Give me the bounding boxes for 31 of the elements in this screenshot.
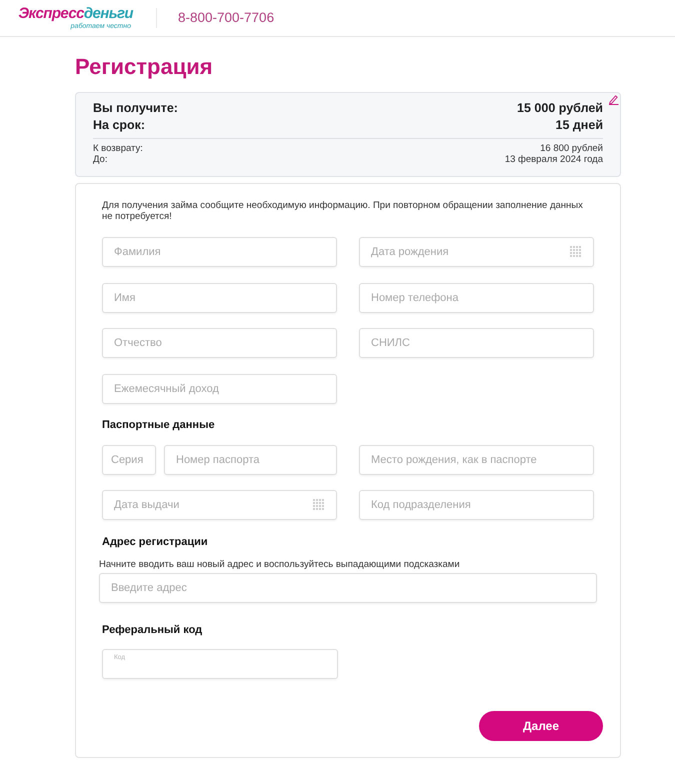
input-field[interactable]: Имя [102,282,337,312]
date-field[interactable]: Дата рождения [359,237,594,267]
address-field[interactable]: Введите адрес [99,572,597,602]
input-field[interactable]: Фамилия [102,237,337,267]
detail-value: 16 800 рублей [540,143,603,154]
date-field[interactable]: Дата выдачи [102,490,337,520]
input-field[interactable]: СНИЛС [359,328,594,358]
logo-wordmark[interactable]: Экспрессденьги [18,6,133,22]
page-title: Регистрация [75,54,213,80]
phone-link[interactable]: 8-800-700-7706 [178,8,274,28]
input-field[interactable]: Серия [102,444,156,474]
input-field[interactable]: Ежемесячный доход [102,374,337,404]
next-button[interactable]: Далее [479,710,603,740]
summary-label: На срок: [93,117,146,134]
summary-label: Вы получите: [93,100,178,117]
detail-label: До: [93,154,108,165]
summary-value: 15 000 рублей [517,100,603,117]
address-hint: Начните вводить ваш новый адрес и воспользуйтесь выпадающими подсказками [99,558,460,570]
summary-value: 15 дней [556,117,603,134]
input-field[interactable]: Код подразделения [359,490,594,520]
input-field[interactable]: Номер паспорта [164,444,337,474]
input-field[interactable]: Номер телефона [359,282,594,312]
edit-icon[interactable] [608,94,619,105]
input-field[interactable]: Место рождения, как в паспорте [359,444,594,474]
detail-label: К возврату: [93,143,143,154]
section-heading: Реферальный код [102,622,202,636]
section-heading: Адрес регистрации [102,534,208,548]
intro-text: Для получения займа сообщите необходимую информацию. При повторном обращении заполнение данных не потребуется! [102,200,584,222]
detail-value: 13 февраля 2024 года [504,154,603,165]
section-heading: Паспортные данные [102,418,215,432]
input-field[interactable]: Отчество [102,328,337,358]
